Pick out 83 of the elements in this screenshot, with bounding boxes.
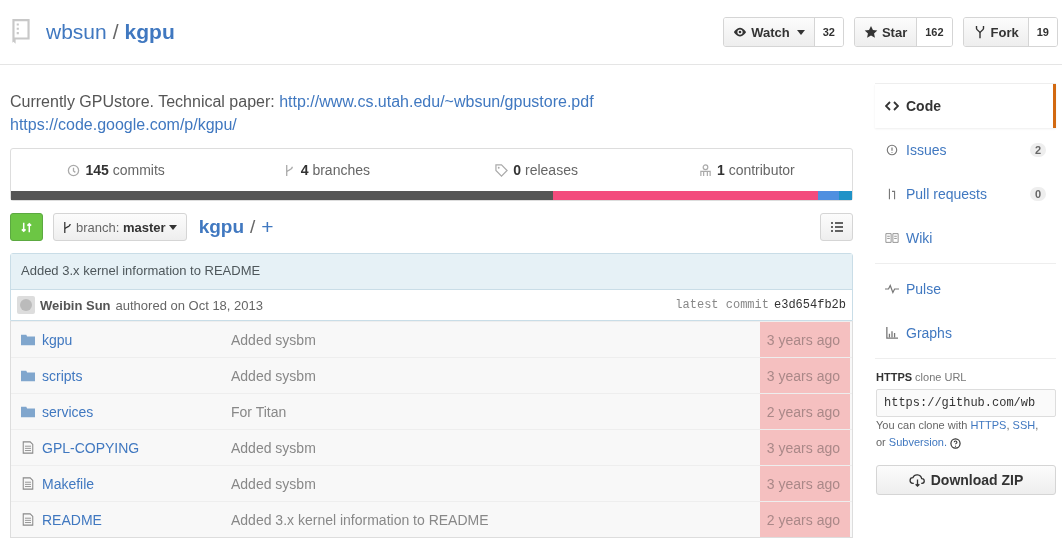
branch-dropdown[interactable]: branch: master <box>53 213 187 241</box>
commit-message-link[interactable]: Added sysbm <box>231 322 760 357</box>
file-name-link[interactable]: README <box>42 511 102 528</box>
clone-help-text: or <box>876 436 887 448</box>
tag-icon <box>495 163 509 177</box>
sidebar-tab[interactable]: Pulse <box>875 267 1056 311</box>
file-age: 3 years ago <box>760 430 850 465</box>
compare-arrows-icon <box>20 220 33 234</box>
commit-author[interactable]: Weibin Sun <box>40 297 111 313</box>
path-separator: / <box>250 216 256 238</box>
help-icon[interactable] <box>949 437 961 449</box>
sidebar-tab[interactable]: Issues 2 <box>875 128 1056 172</box>
sidebar-tab[interactable]: Wiki <box>875 216 1056 260</box>
clone-help-text: , <box>1035 419 1039 431</box>
watch-button[interactable]: Watch <box>724 18 815 46</box>
bar-chart-icon <box>885 327 899 339</box>
commits-link[interactable]: 145 commits <box>67 162 165 178</box>
sidebar-tab[interactable]: Pull requests 0 <box>875 172 1056 216</box>
file-age: 2 years ago <box>760 394 850 429</box>
path-separator: / <box>112 20 119 44</box>
file-age: 2 years ago <box>760 502 850 537</box>
clone-help-text: You can clone with <box>876 419 969 431</box>
sidebar-tab[interactable]: Code <box>875 84 1056 128</box>
folder-icon <box>21 369 35 382</box>
eye-icon <box>733 25 748 39</box>
file-age: 3 years ago <box>760 466 850 501</box>
commit-message-link[interactable]: Added sysbm <box>231 430 760 465</box>
person-icon <box>698 163 712 177</box>
commit-message-link[interactable]: For Titan <box>231 394 760 429</box>
file-name-link[interactable]: Makefile <box>42 475 95 492</box>
add-file-link[interactable]: + <box>261 215 274 239</box>
file-name-link[interactable]: kgpu <box>42 331 73 348</box>
file-icon <box>21 441 35 454</box>
file-age: 3 years ago <box>760 358 850 393</box>
compare-button[interactable] <box>10 213 43 241</box>
file-icon <box>21 513 35 526</box>
pulse-icon <box>885 283 899 295</box>
count-badge: 0 <box>1029 187 1046 201</box>
fork-button[interactable]: Fork <box>963 18 1029 46</box>
star-button[interactable]: Star <box>854 18 918 46</box>
branch-icon <box>63 220 72 234</box>
folder-icon <box>21 333 35 346</box>
commit-date: authored on Oct 18, 2013 <box>115 297 263 313</box>
latest-commit-label: latest commit <box>675 298 769 312</box>
count-badge: 2 <box>1029 143 1046 157</box>
contributors-link[interactable]: 1 contributor <box>698 162 795 178</box>
commit-message-link[interactable]: Added 3.x kernel information to README <box>231 502 760 537</box>
repo-name-link[interactable]: kgpu <box>124 20 175 44</box>
clone-url-label: HTTPS clone URL <box>876 371 968 383</box>
folder-icon <box>21 405 35 418</box>
file-age: 3 years ago <box>760 322 850 357</box>
branches-link[interactable]: 4 branches <box>282 162 370 178</box>
code-icon <box>885 100 899 112</box>
file-name-link[interactable]: GPL-COPYING <box>42 439 140 456</box>
commit-message-link[interactable]: Added sysbm <box>231 358 760 393</box>
list-view-button[interactable] <box>820 213 853 241</box>
path-link[interactable]: kgpu <box>198 216 245 238</box>
homepage-link[interactable]: https://code.google.com/p/kgpu/ <box>10 114 237 136</box>
caret-icon <box>168 224 177 230</box>
commit-message-link[interactable]: Added sysbm <box>231 466 760 501</box>
star-icon <box>863 25 878 39</box>
clock-icon <box>67 163 81 177</box>
file-name-link[interactable]: scripts <box>42 367 83 384</box>
repo-description: Currently GPUstore. Technical paper: http://www.cs.utah.edu/~wbsun/gpustore.pdf <box>10 92 595 112</box>
file-name-link[interactable]: services <box>42 403 94 420</box>
clone-help-text: , <box>1006 419 1011 431</box>
releases-link[interactable]: 0 releases <box>495 162 578 178</box>
commit-sha[interactable]: e3d654fb2b <box>774 298 846 312</box>
clone-option-link[interactable]: Subversion. <box>888 436 947 448</box>
download-zip-button[interactable]: Download ZIP <box>876 465 1056 495</box>
list-icon <box>830 222 843 232</box>
clone-url-field[interactable]: https://github.com/wb <box>876 389 1056 417</box>
caret-icon <box>796 29 805 35</box>
book-icon <box>885 232 899 244</box>
repo-owner-link[interactable]: wbsun <box>46 20 107 44</box>
cloud-download-icon <box>908 473 926 487</box>
sidebar-tab[interactable]: Graphs <box>875 311 1056 355</box>
avatar-icon <box>17 296 35 314</box>
commit-message: Added 3.x kernel information to README <box>11 254 852 289</box>
alert-circle-icon <box>885 144 899 156</box>
paper-link[interactable]: http://www.cs.utah.edu/~wbsun/gpustore.pdf <box>279 93 594 110</box>
repo-icon <box>10 18 32 46</box>
file-icon <box>21 477 35 490</box>
